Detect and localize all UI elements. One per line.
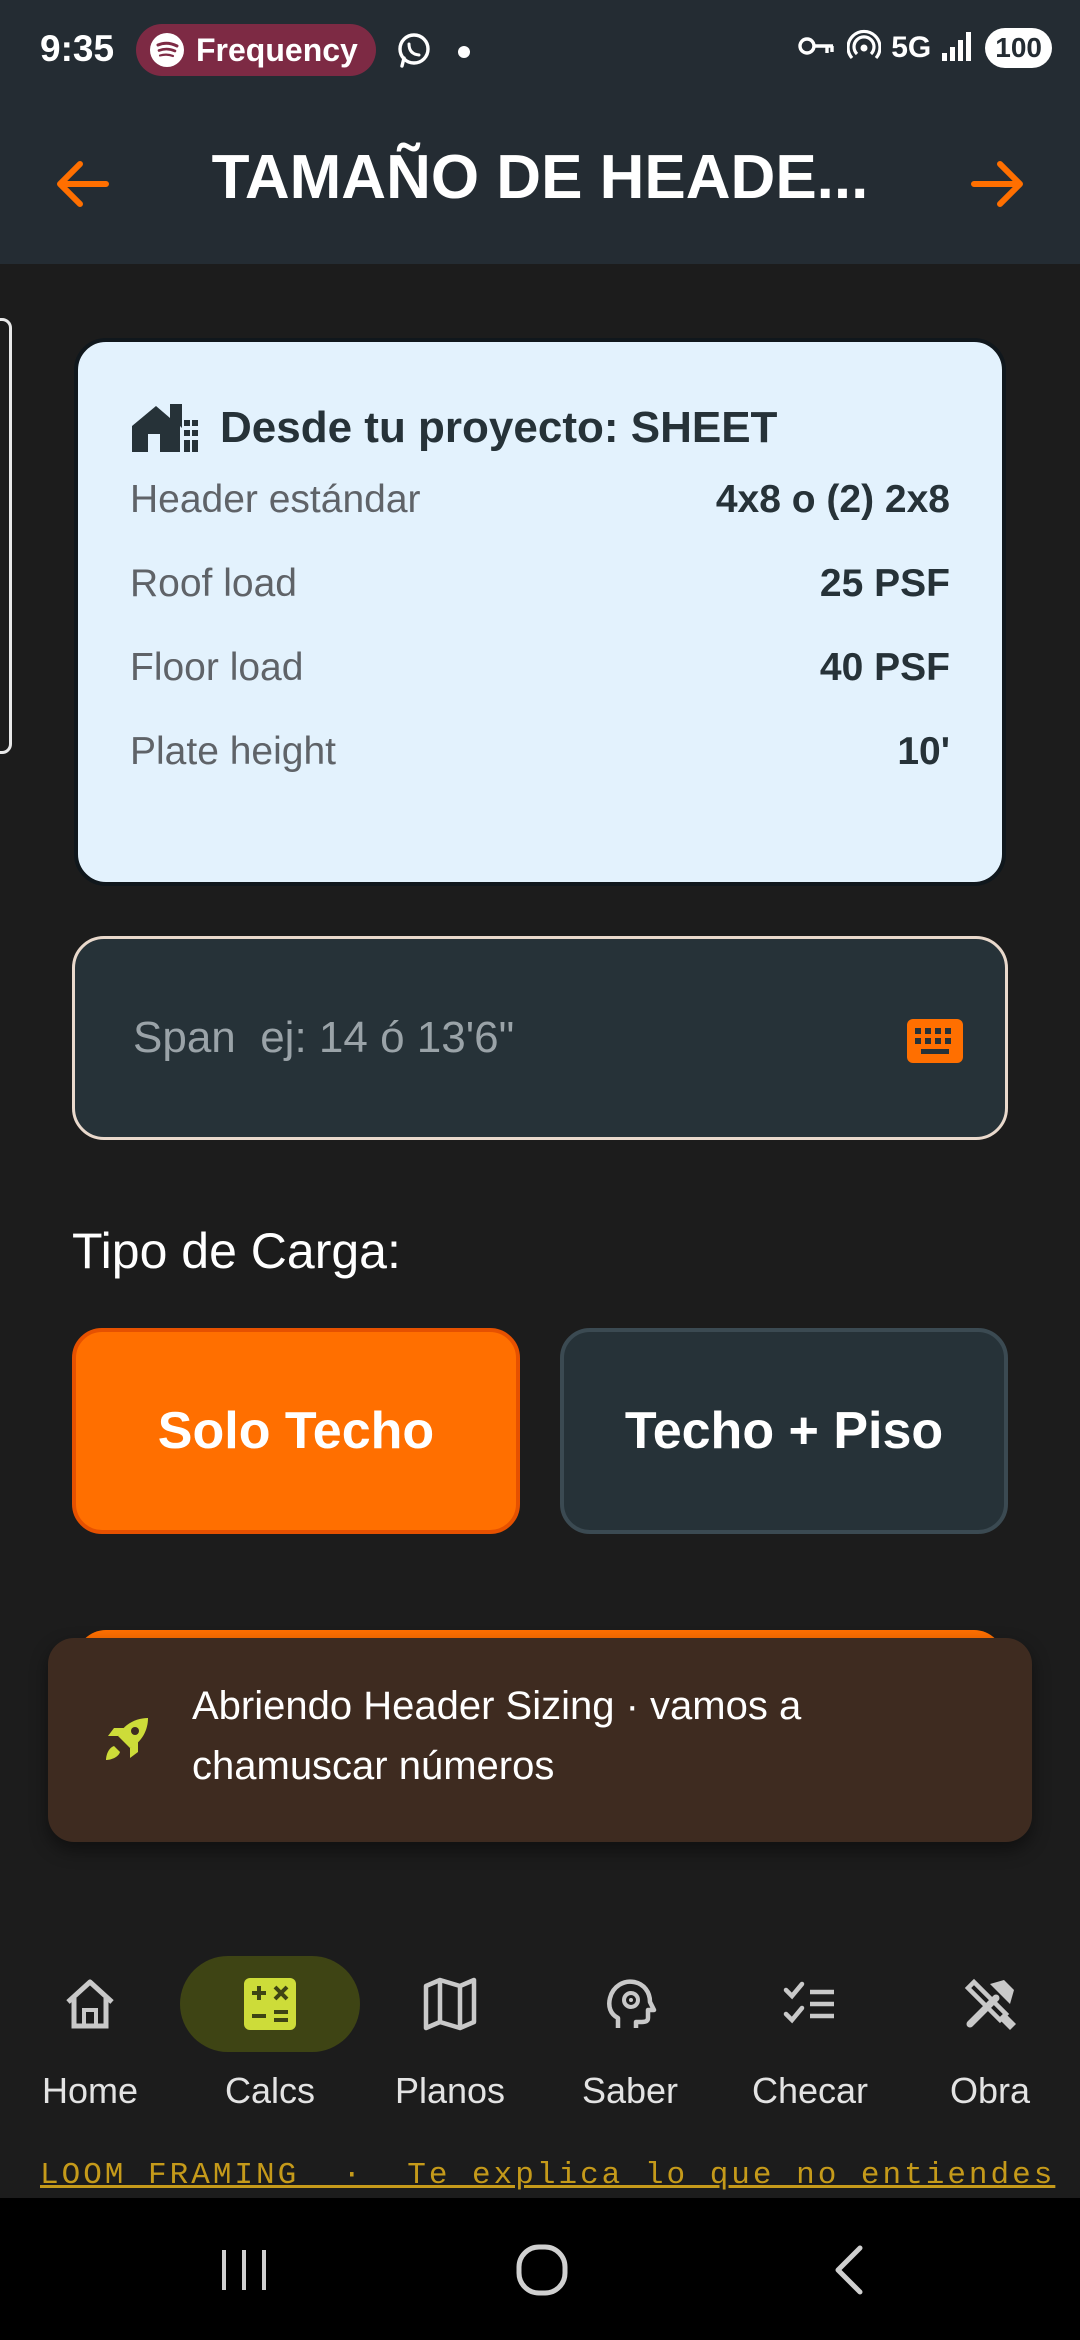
spec-label: Plate height — [130, 730, 336, 773]
nav-item-obra[interactable]: Obra — [900, 1940, 1080, 2154]
nav-item-planos[interactable]: Planos — [360, 1940, 540, 2154]
rocket-icon — [98, 1710, 158, 1775]
spotify-icon — [150, 33, 184, 67]
nav-item-calcs[interactable]: Calcs — [180, 1940, 360, 2154]
map-icon — [420, 1974, 480, 2034]
spec-row: Plate height 10' — [130, 710, 950, 794]
page-title: TAMAÑO DE HEADE... — [211, 143, 869, 212]
status-time: 9:35 — [40, 28, 115, 69]
arrow-left-icon[interactable] — [50, 152, 114, 221]
spec-row: Floor load 40 PSF — [130, 626, 950, 710]
vpn-key-icon — [797, 31, 837, 66]
load-type-label: Tipo de Carga: — [72, 1223, 401, 1279]
nav-item-checar[interactable]: Checar — [720, 1940, 900, 2154]
nav-label: Checar — [751, 2070, 869, 2111]
span-input[interactable] — [133, 1003, 893, 1073]
nav-item-saber[interactable]: Saber — [540, 1940, 720, 2154]
status-bar: 9:35 Frequency 5G 100 — [0, 0, 1080, 104]
house-icon — [130, 398, 198, 459]
nav-label: Calcs — [224, 2070, 316, 2111]
nav-item-home[interactable]: Home — [0, 1940, 180, 2154]
footer-marquee-text: LOOM FRAMING · Te explica lo que no enti… — [40, 2158, 1056, 2193]
home-icon — [60, 1974, 120, 2034]
media-pill[interactable]: Frequency — [136, 24, 376, 76]
calculator-icon — [240, 1974, 300, 2034]
spec-value: 25 PSF — [819, 562, 950, 605]
spec-row: Roof load 25 PSF — [130, 542, 950, 626]
checklist-icon — [780, 1974, 840, 2034]
nav-label: Obra — [949, 2070, 1031, 2111]
battery-indicator: 100 — [985, 28, 1052, 68]
nav-label: Saber — [581, 2070, 679, 2111]
brain-head-icon — [600, 1974, 660, 2034]
snackbar: Abriendo Header Sizing · vamos a chamusc… — [48, 1638, 1032, 1842]
spec-label: Header estándar — [130, 478, 421, 521]
solo-techo-button[interactable]: Solo Techo — [72, 1328, 520, 1534]
keyboard-icon[interactable] — [907, 1019, 963, 1063]
bottom-nav: Home Calcs Planos Saber Checar Obra — [0, 1940, 1080, 2154]
spec-label: Roof load — [130, 562, 297, 605]
spec-label: Floor load — [130, 646, 304, 689]
app-bar: TAMAÑO DE HEADE... — [0, 104, 1080, 264]
network-type: 5G — [891, 31, 932, 64]
home-circle-icon[interactable] — [512, 2240, 572, 2305]
nav-label: Planos — [394, 2070, 506, 2111]
arrow-right-icon[interactable] — [966, 152, 1030, 221]
spec-value: 10' — [897, 730, 950, 773]
span-field[interactable] — [72, 936, 1008, 1140]
recents-icon[interactable] — [214, 2240, 274, 2305]
dot-icon — [458, 46, 470, 58]
media-pill-label: Frequency — [196, 31, 358, 68]
footer-marquee: LOOM FRAMING · Te explica lo que no enti… — [0, 2154, 1080, 2198]
whatsapp-icon — [394, 30, 434, 75]
hotspot-icon — [846, 29, 882, 68]
system-nav-bar — [0, 2198, 1080, 2340]
spec-value: 4x8 o (2) 2x8 — [715, 478, 950, 521]
project-card-title: Desde tu proyecto: SHEET — [220, 403, 778, 452]
tools-icon — [960, 1974, 1020, 2034]
project-card-header: Desde tu proyecto: SHEET — [130, 398, 950, 458]
snackbar-message: Abriendo Header Sizing · vamos a chamusc… — [192, 1684, 802, 1788]
spec-row: Header estándar 4x8 o (2) 2x8 — [130, 458, 950, 542]
nav-label: Home — [41, 2070, 139, 2111]
project-card: Desde tu proyecto: SHEET Header estándar… — [74, 338, 1006, 886]
techo-piso-button[interactable]: Techo + Piso — [560, 1328, 1008, 1534]
spec-value: 40 PSF — [819, 646, 950, 689]
edge-panel-handle[interactable] — [0, 318, 12, 754]
status-right: 5G 100 — [797, 28, 1052, 68]
back-chevron-icon[interactable] — [820, 2240, 880, 2305]
signal-icon — [941, 29, 975, 68]
